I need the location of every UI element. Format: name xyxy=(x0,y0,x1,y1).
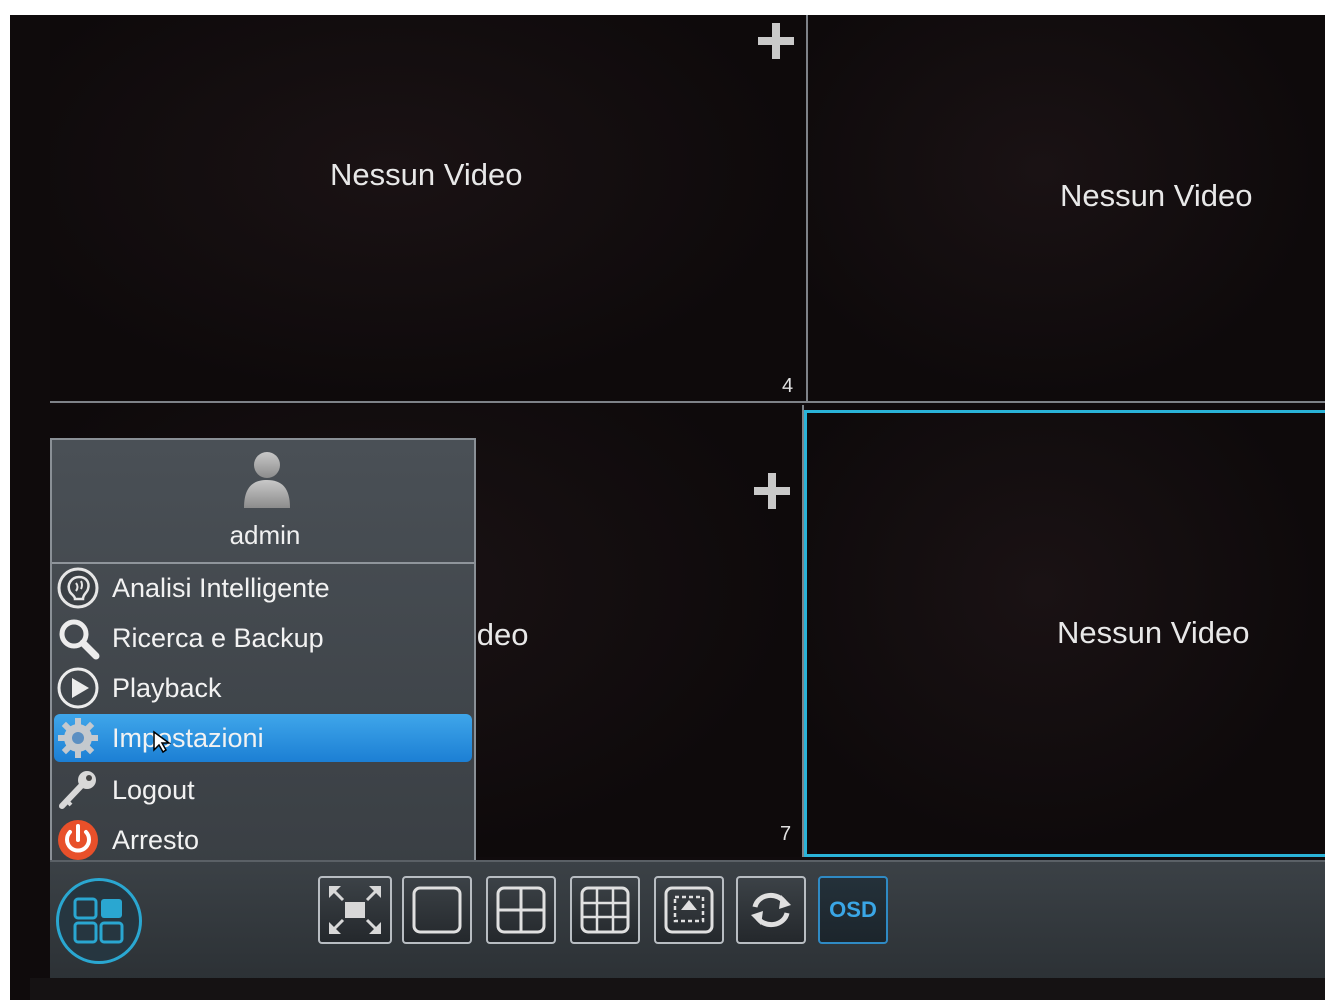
quad-view-icon xyxy=(496,886,546,934)
nine-view-button[interactable] xyxy=(570,876,640,944)
video-cell-4-selected[interactable]: Nessun Video xyxy=(804,410,1325,857)
video-cell-1[interactable]: Nessun Video 4 xyxy=(50,15,808,403)
brain-analysis-icon xyxy=(54,564,102,612)
menu-item-label: Ricerca e Backup xyxy=(112,622,324,653)
key-icon xyxy=(54,766,102,814)
channel-number: 7 xyxy=(780,823,792,845)
menu-item-label: Playback xyxy=(112,672,222,703)
fullscreen-button[interactable] xyxy=(318,876,392,944)
bottom-toolbar: OSD xyxy=(50,860,1325,980)
mouse-cursor-icon xyxy=(153,730,172,754)
menu-item-impostazioni[interactable]: Impostazioni xyxy=(54,714,472,762)
start-menu-button[interactable] xyxy=(56,878,142,964)
pip-button[interactable] xyxy=(654,876,724,944)
quad-view-button[interactable] xyxy=(486,876,556,944)
osd-label: OSD xyxy=(829,897,877,922)
menu-item-label: Logout xyxy=(112,774,195,805)
nine-view-icon xyxy=(580,886,630,934)
menu-item-label: Impostazioni xyxy=(112,722,264,753)
fullscreen-icon xyxy=(329,886,381,934)
sequence-icon xyxy=(751,892,791,928)
user-avatar-icon xyxy=(244,452,290,508)
main-menu-popup: admin Analisi Intelligente Ricerca e Bac… xyxy=(50,438,476,868)
gear-icon xyxy=(54,714,102,762)
user-header: admin xyxy=(52,440,474,564)
power-icon xyxy=(54,816,102,864)
pip-icon xyxy=(664,886,714,934)
osd-button[interactable]: OSD xyxy=(818,876,888,944)
no-video-label: Nessun Video xyxy=(1057,615,1250,650)
add-camera-icon[interactable] xyxy=(754,473,790,509)
add-camera-icon[interactable] xyxy=(758,23,794,59)
menu-item-label: Arresto xyxy=(112,824,200,855)
menu-item-label: Analisi Intelligente xyxy=(112,572,330,603)
channel-number: 4 xyxy=(782,375,794,397)
monitor-bottom-edge xyxy=(30,978,1325,1000)
menu-item-ricerca-backup[interactable]: Ricerca e Backup xyxy=(54,614,472,662)
no-video-label: Nessun Video xyxy=(1060,178,1253,213)
grid-menu-icon xyxy=(73,897,124,944)
menu-item-arresto[interactable]: Arresto xyxy=(54,816,472,864)
single-view-icon xyxy=(412,886,462,934)
menu-item-analisi-intelligente[interactable]: Analisi Intelligente xyxy=(54,564,472,612)
username-label: admin xyxy=(229,520,301,550)
single-view-button[interactable] xyxy=(402,876,472,944)
sequence-button[interactable] xyxy=(736,876,806,944)
play-icon xyxy=(54,664,102,712)
search-icon xyxy=(54,614,102,662)
menu-item-logout[interactable]: Logout xyxy=(54,766,472,814)
video-cell-2[interactable]: Nessun Video xyxy=(808,15,1325,403)
no-video-label: Nessun Video xyxy=(330,157,523,192)
menu-item-playback[interactable]: Playback xyxy=(54,664,472,712)
